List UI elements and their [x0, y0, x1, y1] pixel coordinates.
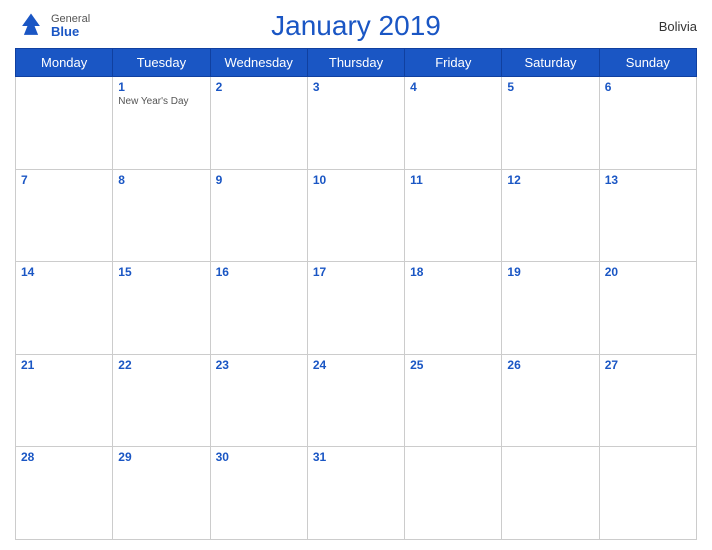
calendar-cell: 12 — [502, 169, 599, 262]
day-number: 12 — [507, 173, 593, 187]
calendar-cell: 24 — [307, 354, 404, 447]
calendar-week-1: 1 New Year's Day 23456 — [16, 77, 697, 170]
day-number: 27 — [605, 358, 691, 372]
day-number: 14 — [21, 265, 107, 279]
calendar-cell: 20 — [599, 262, 696, 355]
calendar-table: MondayTuesdayWednesdayThursdayFridaySatu… — [15, 48, 697, 540]
calendar-cell: 2 — [210, 77, 307, 170]
calendar-title: January 2019 — [271, 10, 441, 42]
day-number: 1 — [118, 80, 204, 94]
calendar-cell: 1 New Year's Day — [113, 77, 210, 170]
day-number: 31 — [313, 450, 399, 464]
day-number: 16 — [216, 265, 302, 279]
calendar-cell: 25 — [405, 354, 502, 447]
calendar-cell: 30 — [210, 447, 307, 540]
calendar-cell: 29 — [113, 447, 210, 540]
calendar-cell: 23 — [210, 354, 307, 447]
calendar-cell: 14 — [16, 262, 113, 355]
weekday-header-saturday: Saturday — [502, 49, 599, 77]
calendar-cell: 8 — [113, 169, 210, 262]
calendar-cell: 5 — [502, 77, 599, 170]
calendar-cell: 22 — [113, 354, 210, 447]
calendar-header: General Blue January 2019 Bolivia — [15, 10, 697, 42]
day-number: 7 — [21, 173, 107, 187]
day-number: 10 — [313, 173, 399, 187]
day-number: 6 — [605, 80, 691, 94]
day-number: 4 — [410, 80, 496, 94]
calendar-cell: 10 — [307, 169, 404, 262]
day-number: 8 — [118, 173, 204, 187]
country-label: Bolivia — [659, 19, 697, 34]
day-number: 3 — [313, 80, 399, 94]
day-number: 18 — [410, 265, 496, 279]
day-number: 9 — [216, 173, 302, 187]
calendar-cell: 17 — [307, 262, 404, 355]
calendar-cell: 4 — [405, 77, 502, 170]
holiday-label: New Year's Day — [118, 96, 204, 107]
calendar-cell: 19 — [502, 262, 599, 355]
day-number: 5 — [507, 80, 593, 94]
weekday-header-sunday: Sunday — [599, 49, 696, 77]
calendar-cell — [16, 77, 113, 170]
calendar-cell — [502, 447, 599, 540]
calendar-cell: 11 — [405, 169, 502, 262]
calendar-week-2: 789 10 11 12 13 — [16, 169, 697, 262]
day-number: 17 — [313, 265, 399, 279]
day-number: 2 — [216, 80, 302, 94]
calendar-cell — [599, 447, 696, 540]
day-number: 13 — [605, 173, 691, 187]
calendar-cell: 3 — [307, 77, 404, 170]
calendar-cell: 27 — [599, 354, 696, 447]
calendar-week-3: 14 15 16 17 18 19 20 — [16, 262, 697, 355]
day-number: 15 — [118, 265, 204, 279]
calendar-cell: 9 — [210, 169, 307, 262]
weekday-header-row: MondayTuesdayWednesdayThursdayFridaySatu… — [16, 49, 697, 77]
day-number: 21 — [21, 358, 107, 372]
weekday-header-thursday: Thursday — [307, 49, 404, 77]
weekday-header-friday: Friday — [405, 49, 502, 77]
day-number: 30 — [216, 450, 302, 464]
day-number: 23 — [216, 358, 302, 372]
day-number: 22 — [118, 358, 204, 372]
logo-blue-text: Blue — [51, 25, 90, 39]
calendar-cell — [405, 447, 502, 540]
day-number: 28 — [21, 450, 107, 464]
calendar-cell: 13 — [599, 169, 696, 262]
calendar-cell: 28 — [16, 447, 113, 540]
logo: General Blue — [15, 10, 90, 42]
calendar-cell: 18 — [405, 262, 502, 355]
calendar-cell: 21 — [16, 354, 113, 447]
day-number: 19 — [507, 265, 593, 279]
calendar-week-5: 28 29 30 31 — [16, 447, 697, 540]
calendar-week-4: 21 22 23 24 25 26 27 — [16, 354, 697, 447]
calendar-cell: 7 — [16, 169, 113, 262]
calendar-cell: 26 — [502, 354, 599, 447]
logo-text: General Blue — [51, 13, 90, 39]
weekday-header-wednesday: Wednesday — [210, 49, 307, 77]
day-number: 24 — [313, 358, 399, 372]
calendar-cell: 15 — [113, 262, 210, 355]
weekday-header-tuesday: Tuesday — [113, 49, 210, 77]
calendar-cell: 31 — [307, 447, 404, 540]
day-number: 25 — [410, 358, 496, 372]
day-number: 20 — [605, 265, 691, 279]
calendar-cell: 16 — [210, 262, 307, 355]
logo-icon — [15, 10, 47, 42]
weekday-header-monday: Monday — [16, 49, 113, 77]
day-number: 26 — [507, 358, 593, 372]
day-number: 29 — [118, 450, 204, 464]
day-number: 11 — [410, 173, 496, 187]
calendar-cell: 6 — [599, 77, 696, 170]
